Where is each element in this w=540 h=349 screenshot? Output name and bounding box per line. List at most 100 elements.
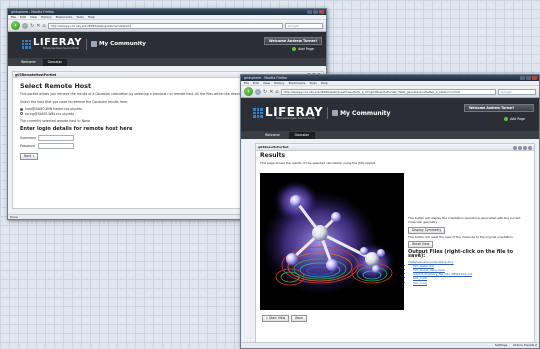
add-page-icon (504, 117, 509, 121)
menu-bookmarks[interactable]: Bookmarks (289, 81, 306, 85)
portlet-header: g03ResultsPortlet (256, 144, 534, 151)
radio-icon[interactable] (20, 112, 23, 116)
menu-view[interactable]: View (30, 15, 37, 19)
username-field[interactable] (38, 134, 74, 141)
add-page-icon (292, 47, 297, 51)
reset-view-button[interactable]: Reset View (408, 241, 434, 249)
tab-welcome[interactable]: Welcome (259, 132, 286, 139)
portlet-controls (513, 145, 532, 150)
next-button[interactable]: Next » (20, 152, 39, 160)
menu-help[interactable]: Help (321, 81, 328, 85)
menu-help[interactable]: Help (88, 15, 95, 19)
liferay-logo-icon (253, 108, 263, 118)
results-body: Results This page shows the results of t… (256, 151, 534, 168)
menu-file[interactable]: File (11, 15, 16, 19)
address-bar[interactable]: http://sleepy.ccs.uky.edu:8080/web/guest… (47, 22, 283, 29)
window-titlebar: gridsphere - Mozilla Firefox (241, 75, 539, 81)
symmetry-help-text: This button will display the orientation… (408, 216, 521, 224)
stop-icon[interactable]: ✕ (36, 23, 40, 29)
minimize-button[interactable] (520, 76, 525, 80)
menu-tools[interactable]: Tools (76, 15, 83, 19)
close-button[interactable] (532, 76, 537, 80)
portlet-minimize-icon[interactable] (518, 145, 522, 150)
radio-icon[interactable] (20, 107, 23, 111)
welcome-user-menu[interactable]: Welcome Andrew Turner! (464, 104, 534, 112)
reload-icon[interactable]: ↻ (263, 89, 267, 95)
browser-window-results: gridsphere - Mozilla Firefox File Edit V… (240, 74, 540, 349)
tab-gaussian[interactable]: Gaussian (288, 132, 316, 139)
back-icon[interactable]: ‹ (11, 21, 20, 30)
stop-icon[interactable]: ✕ (269, 89, 273, 95)
liferay-logo[interactable]: LIFERAY Enterprise Open Source Portal My… (22, 38, 146, 50)
username-label: Username (20, 135, 37, 140)
forward-icon[interactable]: › (255, 88, 261, 95)
intro-text: This page shows the results of the selec… (260, 161, 376, 165)
minimize-button[interactable] (307, 10, 312, 14)
community-icon (332, 110, 339, 116)
window-controls (520, 76, 537, 80)
portlet-close-icon[interactable] (528, 145, 532, 150)
address-bar[interactable]: http://sleepy.ccs.uky.edu:8080/web/guest… (280, 88, 496, 95)
maximize-button[interactable] (313, 10, 318, 14)
host-label: turing@SAMO-WIN.ccs.uky.edu (25, 111, 75, 116)
start-view-button[interactable]: « Start View (262, 315, 290, 322)
portal-header: LIFERAY Enterprise Open Source Portal My… (8, 32, 326, 58)
liferay-logo-icon (22, 39, 31, 49)
close-button[interactable] (319, 10, 324, 14)
window-title: gridsphere - Mozilla Firefox (244, 76, 287, 80)
search-input[interactable]: Google (285, 22, 323, 29)
viewer-controls: « Start View Back (262, 313, 308, 322)
password-label: Password (20, 143, 35, 148)
menu-history[interactable]: History (274, 81, 285, 85)
logo-tagline: Enterprise Open Source Portal (43, 47, 80, 50)
output-file-link[interactable]: h2o_7.log (413, 281, 532, 286)
menu-tools[interactable]: Tools (309, 81, 316, 85)
password-field[interactable] (38, 142, 74, 149)
status-friends[interactable]: Online friends 0 (513, 343, 537, 348)
jmol-molecule-viewer[interactable] (260, 173, 404, 310)
header-divider (327, 107, 329, 119)
output-files-heading: Output Files (right-click on the file to… (408, 249, 514, 260)
home-icon[interactable]: ⌂ (275, 89, 278, 95)
window-titlebar: gridsphere - Mozilla Firefox (8, 9, 326, 15)
back-button[interactable]: Back (291, 315, 308, 322)
menu-file[interactable]: File (244, 81, 249, 85)
forward-icon[interactable]: › (22, 22, 28, 29)
tab-welcome[interactable]: Welcome (16, 59, 41, 66)
status-settings[interactable]: Settings (495, 343, 507, 348)
community-icon (90, 41, 97, 47)
molecule-render-icon (262, 181, 394, 295)
menu-view[interactable]: View (263, 81, 270, 85)
menu-history[interactable]: History (41, 15, 52, 19)
community-title: My Community (90, 41, 146, 47)
back-icon[interactable]: ‹ (244, 87, 253, 96)
add-page-label: Add Page (510, 117, 525, 121)
add-page-button[interactable]: Add Page (504, 117, 525, 121)
portlet-maximize-icon[interactable] (523, 145, 527, 150)
liferay-logo[interactable]: LIFERAY Enterprise Open Source Portal My… (253, 106, 390, 120)
home-icon[interactable]: ⌂ (42, 23, 45, 29)
welcome-user-menu[interactable]: Welcome Andrew Turner! (263, 37, 322, 45)
add-page-label: Add Page (298, 47, 314, 51)
header-divider (85, 38, 87, 50)
display-symmetry-button[interactable]: Display Symmetry (408, 226, 446, 234)
maximize-button[interactable] (526, 76, 531, 80)
menu-edit[interactable]: Edit (253, 81, 259, 85)
menu-bookmarks[interactable]: Bookmarks (56, 15, 73, 19)
portal-nav: Welcome Gaussian (241, 131, 539, 139)
reset-help-text: This button will reset the view of the m… (408, 234, 514, 239)
navigation-toolbar: ‹ › ↻ ✕ ⌂ http://sleepy.ccs.uky.edu:8080… (8, 20, 326, 32)
menu-edit[interactable]: Edit (20, 15, 26, 19)
portlet-config-icon[interactable] (513, 145, 517, 150)
portal-nav: Welcome Gaussian (8, 58, 326, 66)
tab-gaussian[interactable]: Gaussian (42, 59, 68, 66)
portal-content: g03ResultsPortlet Results This page show… (241, 139, 539, 348)
add-page-button[interactable]: Add Page (292, 47, 314, 51)
search-input[interactable]: Google (498, 88, 536, 95)
window-controls (307, 10, 324, 14)
reload-icon[interactable]: ↻ (30, 23, 34, 29)
navigation-toolbar: ‹ › ↻ ✕ ⌂ http://sleepy.ccs.uky.edu:8080… (241, 86, 539, 98)
window-title: gridsphere - Mozilla Firefox (11, 10, 54, 14)
community-name: My Community (340, 109, 391, 117)
community-title: My Community (332, 110, 390, 117)
